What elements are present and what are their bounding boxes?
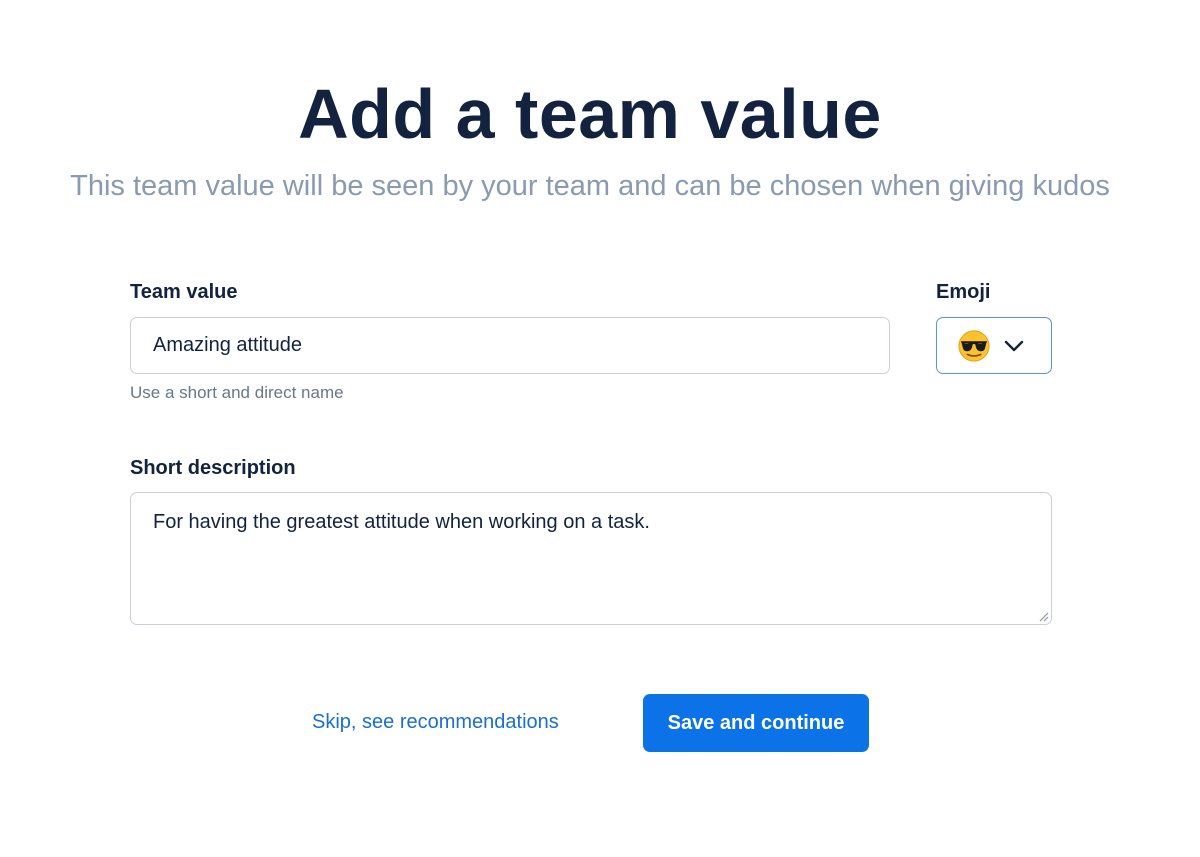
sunglasses-face-icon: [958, 329, 990, 362]
short-description-label: Short description: [130, 457, 296, 479]
team-value-input[interactable]: Amazing attitude: [130, 317, 890, 374]
emoji-picker-dropdown[interactable]: [936, 317, 1052, 374]
emoji-label: Emoji: [936, 281, 991, 303]
skip-recommendations-link[interactable]: Skip, see recommendations: [312, 709, 559, 735]
save-and-continue-button[interactable]: Save and continue: [643, 694, 869, 752]
team-value-label: Team value: [130, 281, 238, 303]
team-value-text: Amazing attitude: [153, 334, 302, 356]
page-subtitle: This team value will be seen by your tea…: [70, 170, 1110, 202]
short-description-textarea[interactable]: For having the greatest attitude when wo…: [130, 492, 1052, 625]
team-value-hint: Use a short and direct name: [130, 383, 344, 402]
page-title: Add a team value: [298, 75, 882, 153]
add-team-value-page: Add a team value This team value will be…: [0, 0, 1200, 857]
short-description-text: For having the greatest attitude when wo…: [153, 511, 650, 533]
chevron-down-icon: [1004, 340, 1024, 351]
resize-handle-icon[interactable]: [1037, 610, 1049, 622]
